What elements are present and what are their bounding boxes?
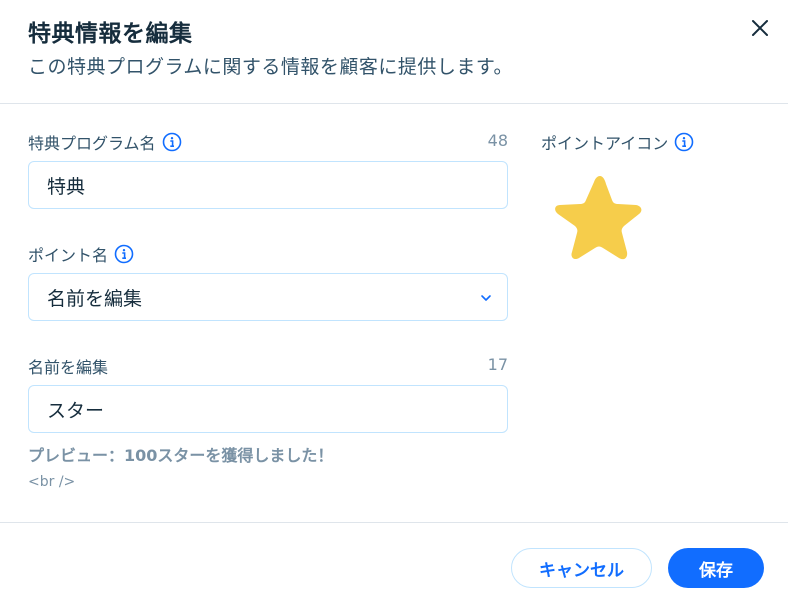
- edit-name-label: 名前を編集: [28, 354, 108, 378]
- point-icon-label-text: ポイントアイコン: [541, 134, 669, 153]
- point-name-info-icon[interactable]: [114, 244, 134, 264]
- point-icon-picker[interactable]: [548, 172, 644, 264]
- program-name-counter: 48: [487, 131, 508, 150]
- edit-reward-modal: 特典情報を編集 この特典プログラムに関する情報を顧客に提供します。 特典プログラ…: [0, 0, 788, 606]
- point-icon-info-icon[interactable]: [674, 132, 694, 152]
- program-name-label: 特典プログラム名: [28, 130, 182, 154]
- chevron-down-icon: [481, 295, 491, 301]
- preview-br-text: <br />: [28, 474, 76, 490]
- preview-text: プレビュー：100スターを獲得しました！: [28, 446, 334, 465]
- edit-name-counter: 17: [487, 355, 508, 374]
- program-name-label-text: 特典プログラム名: [28, 134, 156, 153]
- star-icon: [555, 176, 642, 260]
- save-button[interactable]: 保存: [668, 548, 764, 588]
- modal-header: 特典情報を編集 この特典プログラムに関する情報を顧客に提供します。: [0, 0, 788, 104]
- point-name-label: ポイント名: [28, 242, 134, 266]
- edit-name-input[interactable]: スター: [28, 385, 508, 433]
- point-name-selected: 名前を編集: [47, 287, 143, 310]
- point-name-label-text: ポイント名: [28, 246, 109, 265]
- cancel-button[interactable]: キャンセル: [511, 548, 652, 588]
- modal-footer: キャンセル 保存: [0, 522, 788, 606]
- edit-name-label-text: 名前を編集: [28, 358, 109, 377]
- close-icon: [752, 20, 768, 36]
- program-name-value: 特典: [47, 175, 86, 198]
- point-icon-label: ポイントアイコン: [541, 130, 694, 154]
- modal-subtitle: この特典プログラムに関する情報を顧客に提供します。: [28, 56, 514, 78]
- modal-title: 特典情報を編集: [28, 21, 193, 47]
- program-name-info-icon[interactable]: [162, 132, 182, 152]
- close-button[interactable]: [744, 12, 776, 44]
- edit-name-value: スター: [47, 399, 105, 422]
- point-name-select[interactable]: 名前を編集: [28, 273, 508, 321]
- program-name-input[interactable]: 特典: [28, 161, 508, 209]
